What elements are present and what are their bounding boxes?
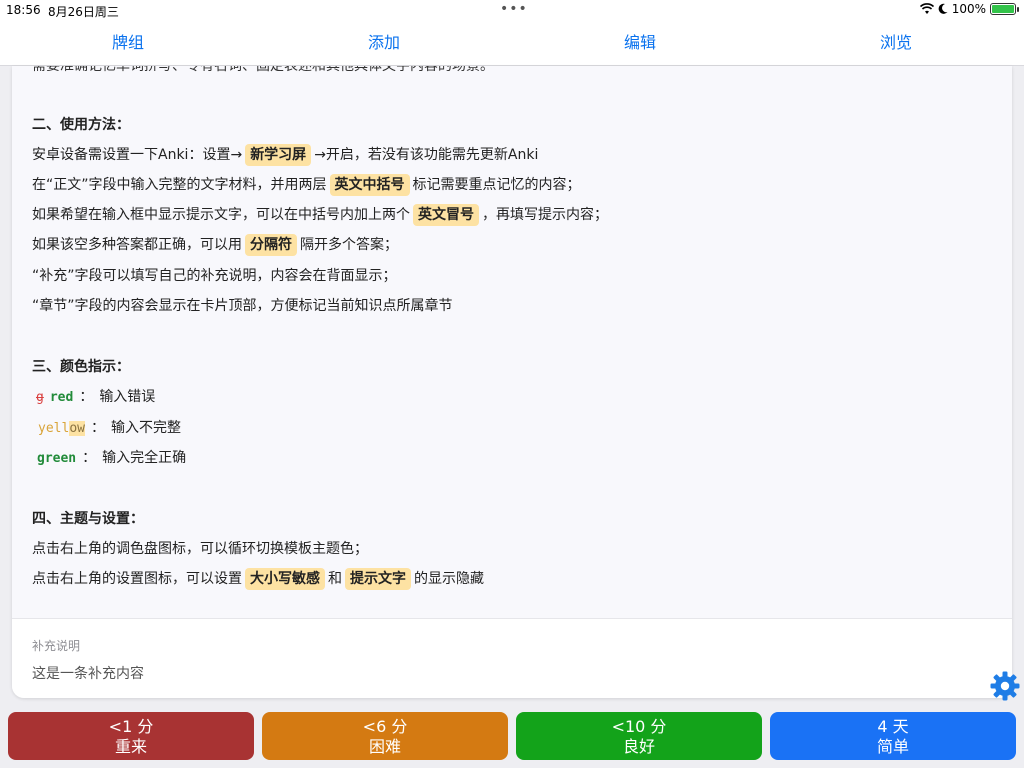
highlight-term: 分隔符: [245, 234, 297, 256]
highlight-term: 新学习屏: [245, 144, 312, 166]
status-date: 8月26日周三: [48, 5, 119, 19]
status-indicators: 100%: [919, 2, 1019, 16]
battery-percent: 100%: [951, 2, 986, 16]
status-bar: 18:56 8月26日周三 ••• 100%: [0, 0, 1024, 20]
gear-icon[interactable]: [989, 670, 1021, 702]
highlight-term: 英文中括号: [329, 174, 410, 196]
battery-icon: [990, 3, 1019, 15]
supplement-text: 这是一条补充内容: [32, 666, 144, 682]
card-content[interactable]: 需要准确记忆单词拼写、专有名词、固定表述和其他具体文字内容的场景。 二、使用方法…: [12, 66, 1012, 618]
section-title-colors: 三、颜色指示：: [32, 359, 130, 375]
supplement-section: 补充说明 这是一条补充内容: [12, 618, 1012, 698]
tab-edit[interactable]: 编辑: [512, 20, 768, 65]
usage-line-2: 在“正文”字段中输入完整的文字材料，并用两层 英文中括号 标记需要重点记忆的内容；: [32, 173, 581, 197]
highlight-term: 大小写敏感: [245, 568, 325, 590]
usage-line-1: 安卓设备需设置一下Anki：设置→ 新学习屏 →开启，若没有该功能需先更新Anki: [32, 143, 538, 167]
card: 需要准确记忆单词拼写、专有名词、固定表述和其他具体文字内容的场景。 二、使用方法…: [12, 66, 1012, 698]
usage-line-6: “章节”字段的内容会显示在卡片顶部，方便标记当前知识点所属章节: [32, 298, 453, 314]
usage-line-5: “补充”字段可以填写自己的补充说明，内容会在背面显示；: [32, 268, 397, 284]
supplement-label: 补充说明: [32, 639, 81, 653]
tab-decks[interactable]: 牌组: [0, 20, 256, 65]
tab-browse[interactable]: 浏览: [768, 20, 1024, 65]
color-yellow-row: yellow：输入不完整: [38, 420, 181, 436]
moon-icon: [938, 3, 948, 14]
usage-line-4: 如果该空多种答案都正确，可以用 分隔符 隔开多个答案；: [32, 233, 398, 257]
section-title-theme: 四、主题与设置：: [32, 511, 144, 527]
highlight-term: 英文冒号: [413, 204, 479, 226]
theme-line-1: 点击右上角的调色盘图标，可以循环切换模板主题色；: [32, 541, 368, 557]
color-red-row: g red：输入错误: [36, 389, 156, 405]
status-time: 18:56: [6, 3, 41, 17]
answer-again-button[interactable]: <1 分 重来: [8, 712, 254, 760]
multitasking-dots[interactable]: •••: [500, 1, 528, 17]
color-green-row: green：输入完全正确: [37, 450, 187, 466]
top-navigation: 牌组 添加 编辑 浏览: [0, 20, 1024, 66]
intro-text: 需要准确记忆单词拼写、专有名词、固定表述和其他具体文字内容的场景。: [32, 66, 494, 74]
theme-line-2: 点击右上角的设置图标，可以设置 大小写敏感和提示文字 的显示隐藏: [32, 567, 484, 591]
wifi-icon: [919, 3, 934, 14]
section-title-usage: 二、使用方法：: [32, 117, 130, 133]
usage-line-3: 如果希望在输入框中显示提示文字，可以在中括号内加上两个 英文冒号 ，再填写提示内容；: [32, 203, 608, 227]
answer-hard-button[interactable]: <6 分 困难: [262, 712, 508, 760]
highlight-term: 提示文字: [345, 568, 411, 590]
answer-good-button[interactable]: <10 分 良好: [516, 712, 762, 760]
tab-add[interactable]: 添加: [256, 20, 512, 65]
answer-easy-button[interactable]: 4 天 简单: [770, 712, 1016, 760]
